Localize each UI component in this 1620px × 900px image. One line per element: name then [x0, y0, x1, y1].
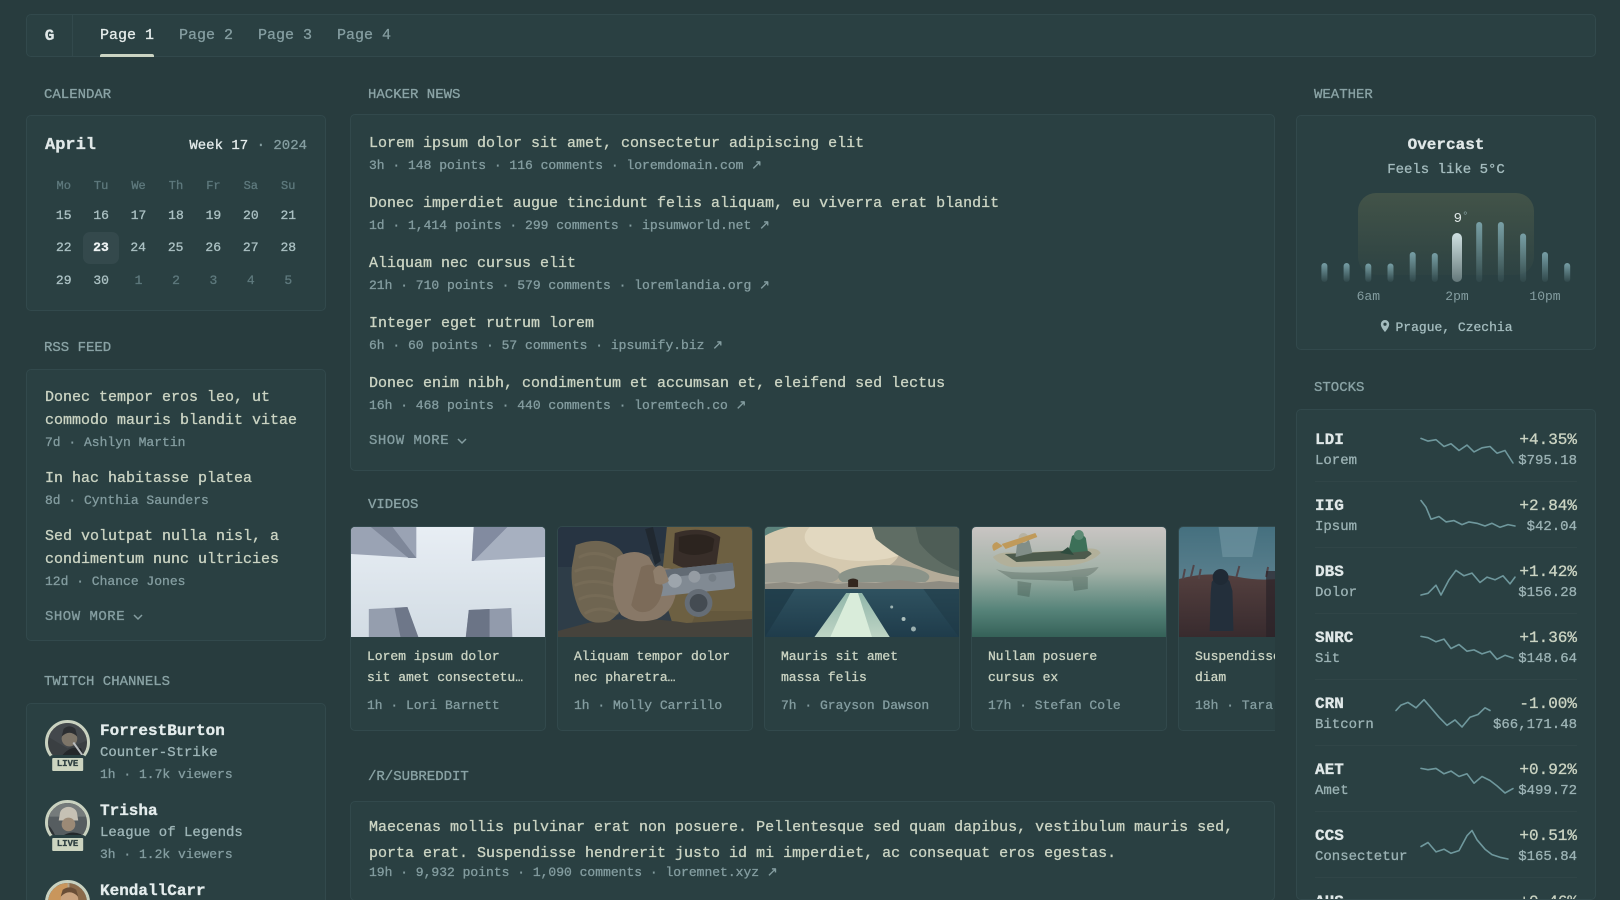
- svg-text:2pm: 2pm: [1445, 289, 1469, 304]
- svg-text:10pm: 10pm: [1529, 289, 1560, 304]
- svg-text:6am: 6am: [1357, 289, 1381, 304]
- svg-text:9: 9: [1454, 211, 1462, 227]
- svg-text:°: °: [1462, 211, 1469, 223]
